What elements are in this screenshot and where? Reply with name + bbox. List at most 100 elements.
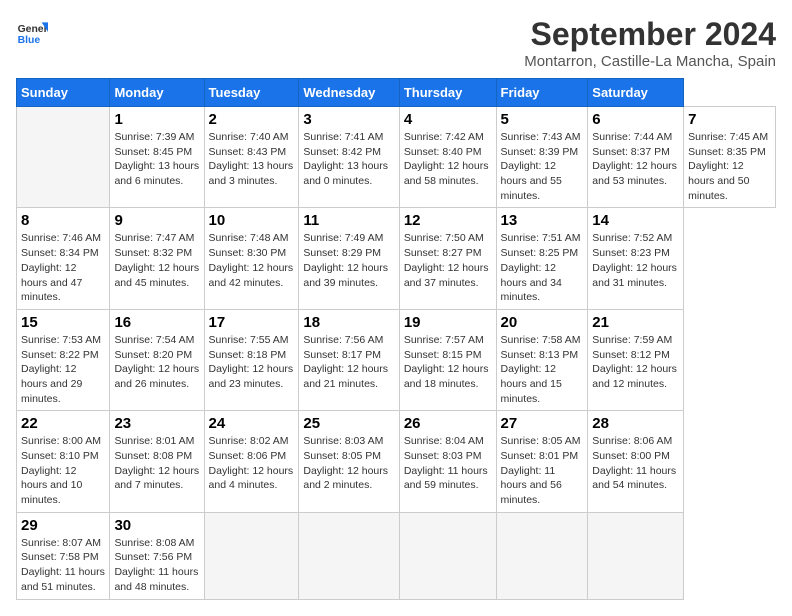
day-number: 11 [303,212,394,229]
day-info: Sunrise: 8:02 AMSunset: 8:06 PMDaylight:… [209,434,295,493]
calendar-cell: 12 Sunrise: 7:50 AMSunset: 8:27 PMDaylig… [399,208,496,309]
day-info: Sunrise: 7:47 AMSunset: 8:32 PMDaylight:… [114,231,199,290]
location: Montarron, Castille-La Mancha, Spain [524,53,776,70]
calendar-cell: 10 Sunrise: 7:48 AMSunset: 8:30 PMDaylig… [204,208,299,309]
day-info: Sunrise: 7:43 AMSunset: 8:39 PMDaylight:… [501,130,584,203]
day-info: Sunrise: 7:52 AMSunset: 8:23 PMDaylight:… [592,231,679,290]
day-info: Sunrise: 7:54 AMSunset: 8:20 PMDaylight:… [114,333,199,392]
day-info: Sunrise: 7:48 AMSunset: 8:30 PMDaylight:… [209,231,295,290]
day-number: 8 [21,212,105,229]
calendar-cell [588,512,684,599]
day-number: 14 [592,212,679,229]
day-info: Sunrise: 7:46 AMSunset: 8:34 PMDaylight:… [21,231,105,304]
weekday-header: Wednesday [299,79,399,107]
calendar-cell: 16 Sunrise: 7:54 AMSunset: 8:20 PMDaylig… [110,309,204,410]
day-info: Sunrise: 7:41 AMSunset: 8:42 PMDaylight:… [303,130,394,189]
day-number: 10 [209,212,295,229]
day-number: 26 [404,415,492,432]
calendar-cell: 5 Sunrise: 7:43 AMSunset: 8:39 PMDayligh… [496,107,588,208]
svg-text:Blue: Blue [18,35,41,46]
calendar-cell: 17 Sunrise: 7:55 AMSunset: 8:18 PMDaylig… [204,309,299,410]
svg-text:General: General [18,24,48,35]
calendar-cell: 9 Sunrise: 7:47 AMSunset: 8:32 PMDayligh… [110,208,204,309]
day-number: 16 [114,314,199,331]
day-number: 13 [501,212,584,229]
calendar-cell: 21 Sunrise: 7:59 AMSunset: 8:12 PMDaylig… [588,309,684,410]
day-info: Sunrise: 8:05 AMSunset: 8:01 PMDaylight:… [501,434,584,507]
page-header: General Blue September 2024 Montarron, C… [16,16,776,70]
calendar-cell: 25 Sunrise: 8:03 AMSunset: 8:05 PMDaylig… [299,411,399,512]
day-number: 6 [592,111,679,128]
day-number: 18 [303,314,394,331]
calendar-cell: 24 Sunrise: 8:02 AMSunset: 8:06 PMDaylig… [204,411,299,512]
calendar-cell [17,107,110,208]
calendar-cell: 19 Sunrise: 7:57 AMSunset: 8:15 PMDaylig… [399,309,496,410]
calendar-cell: 1 Sunrise: 7:39 AMSunset: 8:45 PMDayligh… [110,107,204,208]
calendar-cell: 29 Sunrise: 8:07 AMSunset: 7:58 PMDaylig… [17,512,110,599]
day-info: Sunrise: 7:40 AMSunset: 8:43 PMDaylight:… [209,130,295,189]
calendar-cell: 30 Sunrise: 8:08 AMSunset: 7:56 PMDaylig… [110,512,204,599]
day-info: Sunrise: 7:49 AMSunset: 8:29 PMDaylight:… [303,231,394,290]
day-number: 24 [209,415,295,432]
day-number: 2 [209,111,295,128]
calendar-cell: 20 Sunrise: 7:58 AMSunset: 8:13 PMDaylig… [496,309,588,410]
day-info: Sunrise: 7:50 AMSunset: 8:27 PMDaylight:… [404,231,492,290]
day-info: Sunrise: 7:39 AMSunset: 8:45 PMDaylight:… [114,130,199,189]
calendar-cell: 14 Sunrise: 7:52 AMSunset: 8:23 PMDaylig… [588,208,684,309]
day-number: 29 [21,517,105,534]
day-number: 3 [303,111,394,128]
calendar-cell: 28 Sunrise: 8:06 AMSunset: 8:00 PMDaylig… [588,411,684,512]
day-number: 25 [303,415,394,432]
day-info: Sunrise: 7:53 AMSunset: 8:22 PMDaylight:… [21,333,105,406]
logo-icon: General Blue [16,16,48,48]
day-info: Sunrise: 8:00 AMSunset: 8:10 PMDaylight:… [21,434,105,507]
weekday-header: Monday [110,79,204,107]
day-info: Sunrise: 7:44 AMSunset: 8:37 PMDaylight:… [592,130,679,189]
calendar-cell: 7 Sunrise: 7:45 AMSunset: 8:35 PMDayligh… [684,107,776,208]
day-number: 20 [501,314,584,331]
day-info: Sunrise: 7:51 AMSunset: 8:25 PMDaylight:… [501,231,584,304]
day-number: 21 [592,314,679,331]
weekday-header: Tuesday [204,79,299,107]
day-number: 7 [688,111,771,128]
calendar-cell: 8 Sunrise: 7:46 AMSunset: 8:34 PMDayligh… [17,208,110,309]
day-number: 5 [501,111,584,128]
weekday-header: Thursday [399,79,496,107]
calendar-cell: 22 Sunrise: 8:00 AMSunset: 8:10 PMDaylig… [17,411,110,512]
calendar-cell: 2 Sunrise: 7:40 AMSunset: 8:43 PMDayligh… [204,107,299,208]
day-number: 30 [114,517,199,534]
day-info: Sunrise: 7:58 AMSunset: 8:13 PMDaylight:… [501,333,584,406]
day-info: Sunrise: 8:03 AMSunset: 8:05 PMDaylight:… [303,434,394,493]
calendar-cell: 18 Sunrise: 7:56 AMSunset: 8:17 PMDaylig… [299,309,399,410]
day-info: Sunrise: 7:55 AMSunset: 8:18 PMDaylight:… [209,333,295,392]
calendar-cell [496,512,588,599]
day-info: Sunrise: 8:01 AMSunset: 8:08 PMDaylight:… [114,434,199,493]
calendar-cell: 6 Sunrise: 7:44 AMSunset: 8:37 PMDayligh… [588,107,684,208]
title-area: September 2024 Montarron, Castille-La Ma… [524,16,776,70]
weekday-header: Saturday [588,79,684,107]
calendar-cell: 4 Sunrise: 7:42 AMSunset: 8:40 PMDayligh… [399,107,496,208]
day-number: 4 [404,111,492,128]
day-info: Sunrise: 8:07 AMSunset: 7:58 PMDaylight:… [21,536,105,595]
month-title: September 2024 [524,16,776,53]
day-info: Sunrise: 7:45 AMSunset: 8:35 PMDaylight:… [688,130,771,203]
day-info: Sunrise: 7:56 AMSunset: 8:17 PMDaylight:… [303,333,394,392]
calendar-cell [299,512,399,599]
day-number: 27 [501,415,584,432]
calendar-cell: 23 Sunrise: 8:01 AMSunset: 8:08 PMDaylig… [110,411,204,512]
day-number: 23 [114,415,199,432]
weekday-header: Friday [496,79,588,107]
day-info: Sunrise: 8:06 AMSunset: 8:00 PMDaylight:… [592,434,679,493]
calendar-cell: 13 Sunrise: 7:51 AMSunset: 8:25 PMDaylig… [496,208,588,309]
calendar-cell: 15 Sunrise: 7:53 AMSunset: 8:22 PMDaylig… [17,309,110,410]
day-info: Sunrise: 7:57 AMSunset: 8:15 PMDaylight:… [404,333,492,392]
calendar-cell: 11 Sunrise: 7:49 AMSunset: 8:29 PMDaylig… [299,208,399,309]
weekday-header: Sunday [17,79,110,107]
day-number: 1 [114,111,199,128]
day-number: 19 [404,314,492,331]
calendar-cell [399,512,496,599]
day-number: 9 [114,212,199,229]
calendar-cell [204,512,299,599]
day-number: 28 [592,415,679,432]
calendar-cell: 26 Sunrise: 8:04 AMSunset: 8:03 PMDaylig… [399,411,496,512]
